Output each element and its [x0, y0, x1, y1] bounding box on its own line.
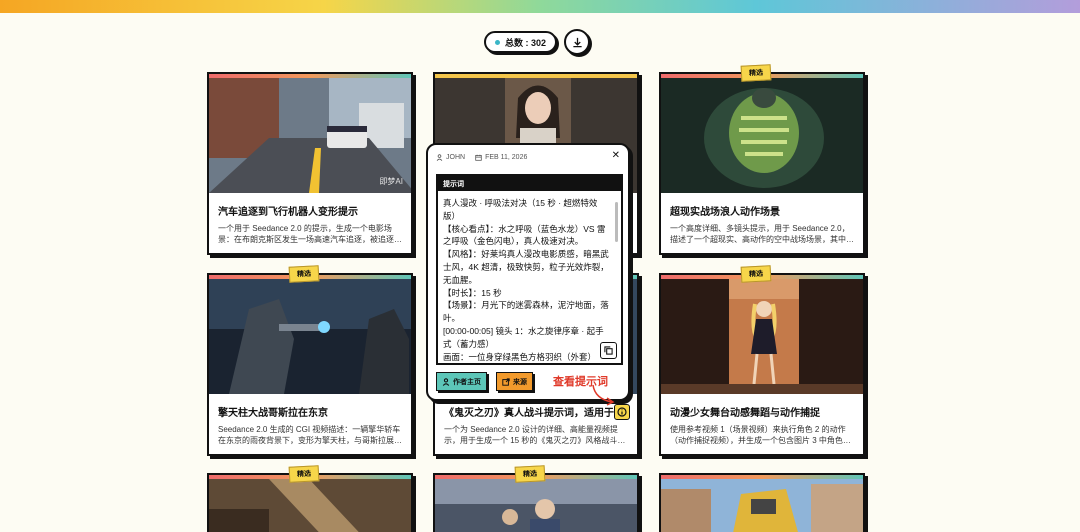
author-page-label: 作者主页 — [453, 378, 481, 386]
copy-button[interactable] — [600, 342, 617, 359]
prompt-text: 真人漫改 · 呼吸法对决（15 秒 · 超燃特效版） 【核心看点】：水之呼吸（蓝… — [443, 198, 609, 362]
card-description: 一个为 Seedance 2.0 设计的详细、高能量视频提示，用于生成一个 15… — [444, 425, 626, 445]
source-button[interactable]: 来源 — [496, 372, 533, 391]
video-card[interactable] — [659, 473, 865, 532]
card-thumbnail[interactable]: 即梦AI — [209, 78, 411, 193]
prompt-scrollbar[interactable] — [615, 202, 618, 242]
card-thumbnail[interactable] — [209, 279, 411, 394]
watermark-text: 即梦AI — [379, 177, 403, 186]
download-icon — [572, 37, 582, 47]
author-page-button[interactable]: 作者主页 — [436, 372, 487, 391]
user-icon — [436, 154, 443, 161]
card-title[interactable]: 汽车追逐到飞行机器人变形提示 — [218, 203, 403, 218]
prompt-header: 提示词 — [438, 176, 621, 191]
video-card[interactable]: 精选 动漫少女舞台动感舞蹈与动作捕捉 使用参考视频 1（场景视频）来执行角色 2… — [659, 265, 865, 456]
featured-badge: 精选 — [288, 265, 320, 283]
card-thumbnail[interactable] — [661, 479, 863, 532]
card-thumbnail[interactable] — [661, 279, 863, 394]
featured-badge: 精选 — [740, 265, 772, 283]
source-label: 来源 — [513, 378, 527, 386]
status-dot-icon — [494, 39, 500, 45]
card-description: 使用参考视频 1（场景视频）来执行角色 2 的动作（动作捕捉视频），并生成一个包… — [670, 425, 851, 445]
download-button[interactable] — [564, 29, 590, 55]
top-gradient-bar — [0, 0, 1080, 13]
total-count-pill: 总数 : 302 — [484, 31, 557, 53]
card-thumbnail[interactable] — [435, 479, 637, 532]
card-thumbnail[interactable] — [661, 78, 863, 193]
close-icon[interactable]: ✕ — [612, 150, 620, 161]
prompt-popup[interactable]: JOHN FEB 11, 2026 ✕ 提示词 真人漫改 · 呼吸法对决（15 … — [426, 143, 630, 401]
user-icon — [442, 377, 450, 386]
copy-icon — [604, 346, 613, 355]
total-count-label: 总数 : 302 — [504, 37, 546, 48]
card-title[interactable]: 超现实战场浪人动作场景 — [670, 203, 855, 218]
view-prompt-button[interactable] — [614, 404, 630, 420]
video-card[interactable]: 精选 擎天柱大战哥斯拉在东京 Seedance 2.0 生成的 CGI 视频描述… — [207, 265, 413, 456]
featured-badge: 精选 — [514, 465, 546, 483]
video-card[interactable]: 精选 超现实战场浪人动作场景 一个高度详细、多镜头提示，用于 Seedance … — [659, 64, 865, 255]
popup-meta: JOHN FEB 11, 2026 — [436, 154, 527, 161]
featured-badge: 精选 — [288, 465, 320, 483]
prompt-box[interactable]: 提示词 真人漫改 · 呼吸法对决（15 秒 · 超燃特效版） 【核心看点】：水之… — [436, 174, 623, 365]
annotation-arrow-icon — [592, 384, 615, 406]
publish-date: FEB 11, 2026 — [485, 154, 528, 161]
video-card[interactable]: 即梦AI 汽车追逐到飞行机器人变形提示 一个用于 Seedance 2.0 的提… — [207, 72, 413, 255]
card-title[interactable]: 擎天柱大战哥斯拉在东京 — [218, 404, 403, 419]
video-card[interactable]: 精选 — [433, 465, 639, 532]
calendar-icon — [475, 154, 482, 161]
card-thumbnail[interactable] — [209, 479, 411, 532]
card-title[interactable]: 动漫少女舞台动感舞蹈与动作捕捉 — [670, 404, 855, 419]
author-name: JOHN — [446, 154, 466, 161]
video-card[interactable]: 精选 — [207, 465, 413, 532]
info-icon — [617, 407, 627, 417]
external-link-icon — [502, 377, 510, 386]
card-description: 一个用于 Seedance 2.0 的提示，生成一个电影场景：在布朗克斯区发生一… — [218, 224, 402, 244]
card-description: Seedance 2.0 生成的 CGI 视频描述：一辆擎华轿车在东京的雨夜背景… — [218, 425, 402, 445]
card-description: 一个高度详细、多镜头提示，用于 Seedance 2.0，描述了一个超现实、高动… — [670, 224, 854, 244]
featured-badge: 精选 — [740, 64, 772, 82]
